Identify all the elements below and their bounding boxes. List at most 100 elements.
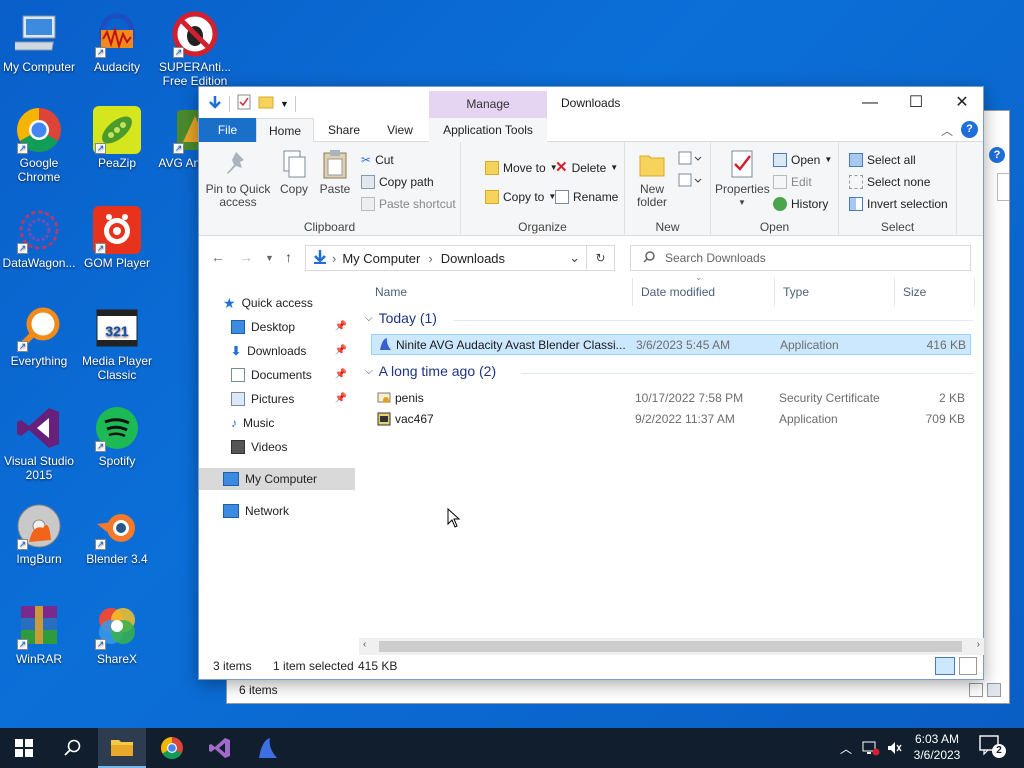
desktop-icon-my-computer[interactable]: My Computer xyxy=(0,10,78,74)
desktop-icon-peazip[interactable]: ↗ PeaZip xyxy=(78,106,156,170)
properties-button[interactable]: Properties ▼ xyxy=(715,148,770,209)
address-dropdown-icon[interactable]: ⌄ xyxy=(569,250,580,266)
tab-share[interactable]: Share xyxy=(316,118,372,142)
refresh-button[interactable]: ↻ xyxy=(587,245,615,271)
nav-music[interactable]: ♪ Music xyxy=(231,412,355,434)
new-item-icon[interactable] xyxy=(677,150,703,169)
tab-file[interactable]: File xyxy=(199,118,256,142)
nav-my-computer[interactable]: My Computer xyxy=(199,468,355,490)
breadcrumb-downloads[interactable]: Downloads xyxy=(441,251,505,266)
back-arrow-icon[interactable]: ← xyxy=(211,249,225,265)
desktop-icon-winrar[interactable]: ↗ WinRAR xyxy=(0,602,78,666)
large-icons-view-icon[interactable] xyxy=(987,683,1001,697)
history-button[interactable]: History xyxy=(773,194,828,214)
move-to-button[interactable]: Move to ▼ xyxy=(485,158,558,178)
column-header-type[interactable]: Type xyxy=(775,278,895,306)
group-header-long-time-ago[interactable]: ⌵ A long time ago (2) xyxy=(365,363,496,379)
search-box-edge[interactable] xyxy=(997,173,1009,201)
desktop-icon-blender[interactable]: ↗ Blender 3.4 xyxy=(78,502,156,566)
tab-view[interactable]: View xyxy=(372,118,428,142)
paste-button[interactable]: Paste xyxy=(315,148,355,196)
up-arrow-icon[interactable]: ↑ xyxy=(285,249,292,265)
cut-button[interactable]: ✂ Cut xyxy=(361,150,394,170)
scroll-left-icon[interactable]: ‹ xyxy=(363,639,366,650)
desktop-icon-media-player-classic[interactable]: 321 Media Player Classic xyxy=(78,304,156,382)
title-bar[interactable]: ▼ Manage Downloads — ☐ ✕ xyxy=(199,87,983,118)
file-row[interactable]: Ninite AVG Audacity Avast Blender Classi… xyxy=(371,334,971,355)
desktop-icon-datawagon[interactable]: ↗ DataWagon... xyxy=(0,206,78,270)
breadcrumb-my-computer[interactable]: My Computer xyxy=(342,251,420,266)
copy-button[interactable]: Copy xyxy=(273,148,315,196)
nav-network[interactable]: Network xyxy=(223,500,379,522)
desktop-icon-audacity[interactable]: ↗ Audacity xyxy=(78,10,156,74)
help-icon[interactable]: ? xyxy=(989,147,1005,163)
pin-icon[interactable]: 📌 xyxy=(335,388,347,410)
customize-dropdown-icon[interactable]: ▼ xyxy=(280,99,289,109)
tab-application-tools[interactable]: Application Tools xyxy=(429,118,547,142)
group-header-today[interactable]: ⌵ Today (1) xyxy=(365,310,437,326)
new-folder-icon[interactable] xyxy=(258,94,274,113)
taskbar-chrome[interactable] xyxy=(148,728,196,768)
pin-icon[interactable]: 📌 xyxy=(335,364,347,386)
forward-arrow-icon[interactable]: → xyxy=(239,249,253,265)
select-none-button[interactable]: Select none xyxy=(849,172,930,192)
paste-shortcut-button[interactable]: Paste shortcut xyxy=(361,194,456,214)
recent-locations-icon[interactable]: ▼ xyxy=(265,253,274,263)
tab-home[interactable]: Home xyxy=(256,118,314,143)
properties-check-icon[interactable] xyxy=(236,94,252,113)
copy-path-button[interactable]: Copy path xyxy=(361,172,434,192)
volume-muted-icon[interactable] xyxy=(886,740,902,759)
nav-documents[interactable]: Documents 📌 xyxy=(231,364,355,386)
nav-pictures[interactable]: Pictures 📌 xyxy=(231,388,355,410)
maximize-button[interactable]: ☐ xyxy=(893,87,939,118)
column-header-date-modified[interactable]: Date modified xyxy=(633,278,775,306)
nav-videos[interactable]: Videos xyxy=(231,436,355,458)
nav-quick-access[interactable]: ★ Quick access xyxy=(223,292,379,314)
desktop-icon-spotify[interactable]: ↗ Spotify xyxy=(78,404,156,468)
search-button[interactable] xyxy=(48,728,96,768)
nav-downloads[interactable]: ⬇ Downloads 📌 xyxy=(231,340,355,362)
new-folder-button[interactable]: New folder xyxy=(631,148,673,209)
network-status-icon[interactable] xyxy=(862,740,880,759)
down-arrow-icon[interactable] xyxy=(207,94,223,113)
desktop-icon-gom-player[interactable]: ↗ GOM Player xyxy=(78,206,156,270)
close-button[interactable]: ✕ xyxy=(939,87,985,118)
file-row[interactable]: vac467 9/2/2022 11:37 AM Application 709… xyxy=(371,409,971,430)
edit-button[interactable]: Edit xyxy=(773,172,812,192)
tab-manage[interactable]: Manage xyxy=(429,91,547,118)
ribbon-collapse-icon[interactable]: ︿ xyxy=(941,122,953,139)
desktop-icon-imgburn[interactable]: ↗ ImgBurn xyxy=(0,502,78,566)
start-button[interactable] xyxy=(0,728,48,768)
taskbar-ninite[interactable] xyxy=(244,728,292,768)
pin-quick-access-button[interactable]: Pin to Quick access xyxy=(205,148,271,209)
action-center-button[interactable]: 2 xyxy=(978,734,1014,762)
view-toggle[interactable] xyxy=(969,683,1001,697)
column-header-size[interactable]: Size xyxy=(895,278,975,306)
clock[interactable]: 6:03 AM 3/6/2023 xyxy=(906,731,968,763)
taskbar-file-explorer[interactable] xyxy=(98,728,146,768)
delete-button[interactable]: ✕ Delete ▼ xyxy=(555,158,618,178)
desktop-icon-chrome[interactable]: ↗ Google Chrome xyxy=(0,106,78,184)
address-bar[interactable]: › My Computer › Downloads ⌄ xyxy=(305,245,587,271)
show-hidden-icons-icon[interactable]: ︿ xyxy=(840,740,852,757)
rename-button[interactable]: Rename xyxy=(555,187,618,207)
easy-access-icon[interactable] xyxy=(677,172,703,191)
desktop-icon-visual-studio[interactable]: Visual Studio 2015 xyxy=(0,404,78,482)
minimize-button[interactable]: — xyxy=(847,87,893,118)
copy-to-button[interactable]: Copy to ▼ xyxy=(485,187,556,207)
invert-selection-button[interactable]: Invert selection xyxy=(849,194,948,214)
pin-icon[interactable]: 📌 xyxy=(335,316,347,338)
column-header-name[interactable]: Name xyxy=(367,278,633,306)
desktop-icon-sharex[interactable]: ↗ ShareX xyxy=(78,602,156,666)
desktop-icon-everything[interactable]: ↗ Everything xyxy=(0,304,78,368)
taskbar-visual-studio[interactable] xyxy=(196,728,244,768)
scroll-right-icon[interactable]: › xyxy=(977,639,980,650)
open-button[interactable]: Open ▼ xyxy=(773,150,832,170)
details-view-icon[interactable] xyxy=(969,683,983,697)
details-view-icon[interactable] xyxy=(935,657,955,675)
nav-desktop[interactable]: Desktop 📌 xyxy=(231,316,355,338)
file-row[interactable]: penis 10/17/2022 7:58 PM Security Certif… xyxy=(371,388,971,409)
help-icon[interactable]: ? xyxy=(961,121,978,138)
large-icons-view-icon[interactable] xyxy=(959,657,977,675)
desktop-icon-superantispyware[interactable]: ↗ SUPERAnti... Free Edition xyxy=(156,10,234,88)
